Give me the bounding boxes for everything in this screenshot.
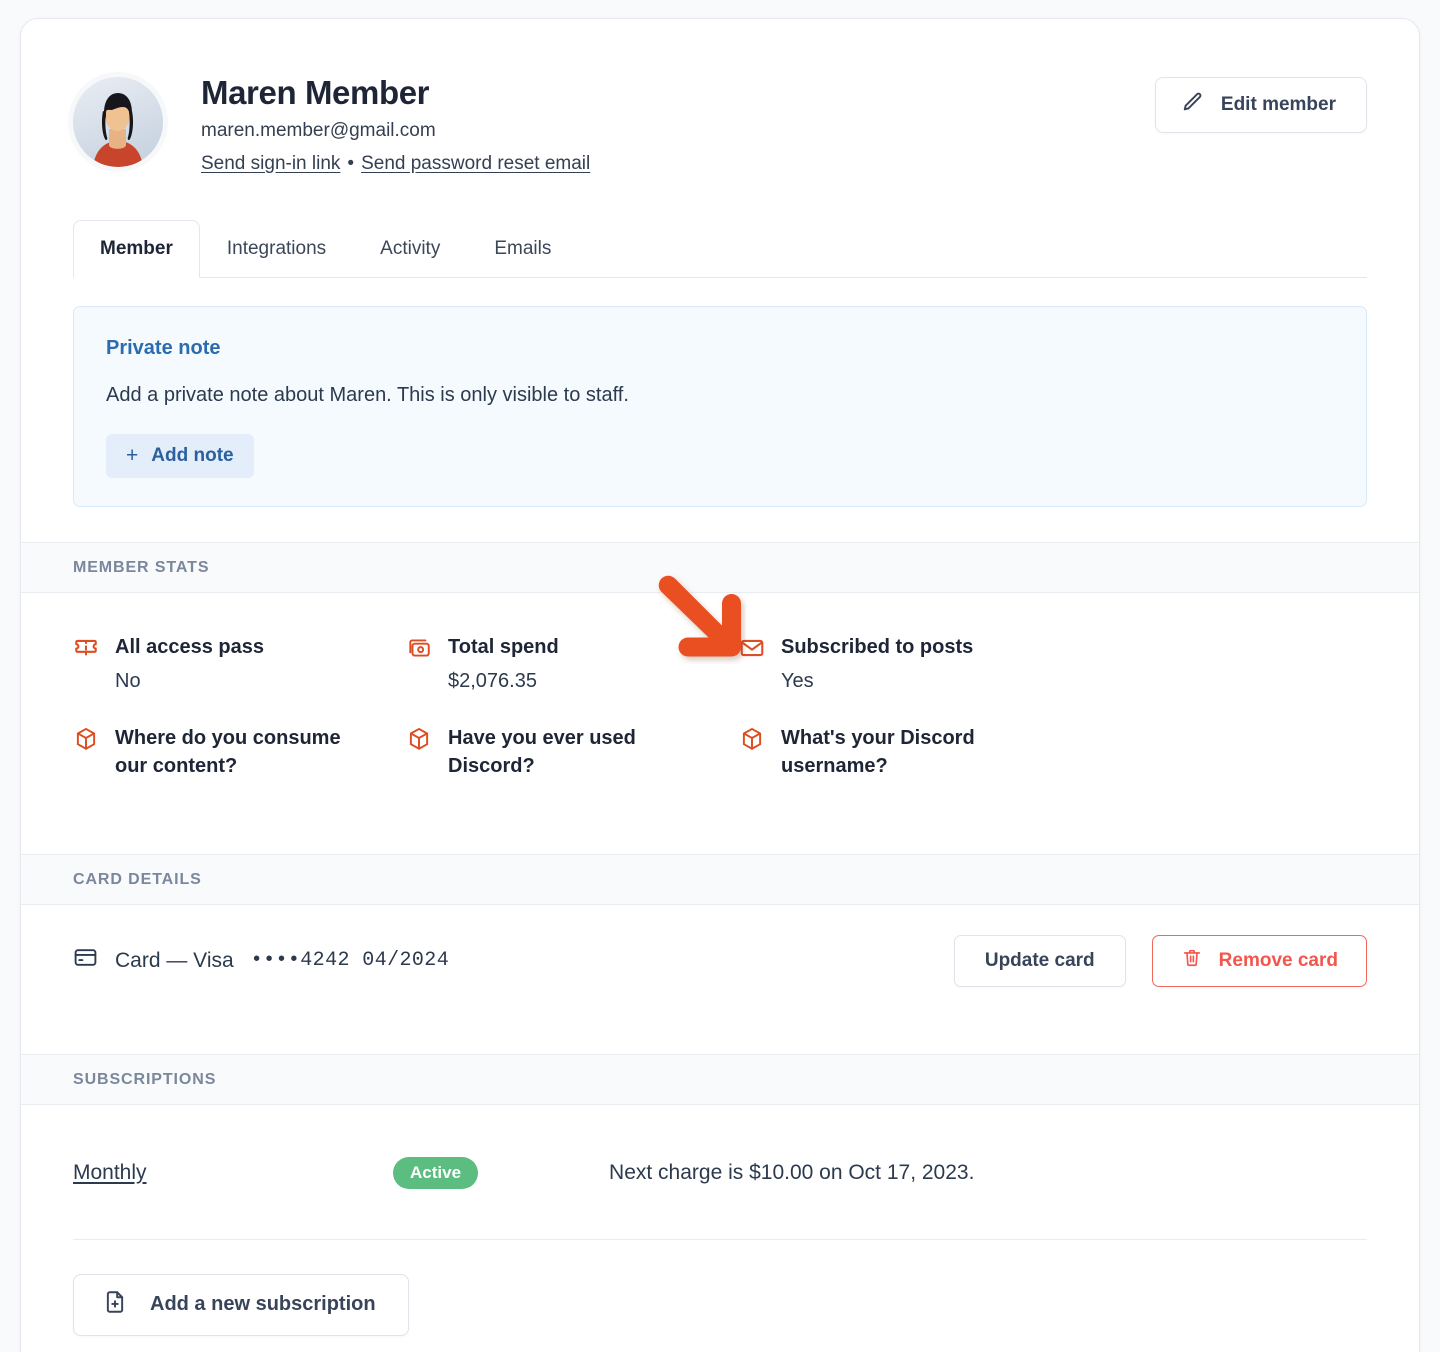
remove-card-label: Remove card [1218,949,1338,971]
card-label: Card — Visa [115,948,234,972]
custom-field-discord-username: What's your Discord username? [739,724,1072,781]
stat-subscribed-to-posts: Subscribed to posts Yes [739,633,1072,694]
cube-icon [739,726,765,757]
trash-icon [1181,947,1203,975]
tab-integrations[interactable]: Integrations [200,220,353,278]
add-note-button[interactable]: + Add note [106,433,254,478]
status-badge: Active [393,1156,479,1189]
custom-field-used-discord: Have you ever used Discord? [406,724,739,781]
update-card-button[interactable]: Update card [953,934,1126,987]
section-header-member-stats: MEMBER STATS [21,541,1419,593]
stat-label: Subscribed to posts [781,635,974,658]
member-email: maren.member@gmail.com [201,119,436,141]
custom-field-label: Where do you consume our content? [115,726,341,778]
member-action-links: Send sign-in link • Send password reset em… [201,153,590,176]
money-icon [406,635,432,666]
add-subscription-button[interactable]: Add a new subscription [73,1273,409,1336]
envelope-icon [739,635,765,666]
avatar [73,77,163,167]
stat-value: Yes [781,669,814,692]
stat-value: No [115,669,141,692]
custom-field-label: What's your Discord username? [781,726,975,778]
tab-activity[interactable]: Activity [353,220,467,278]
member-stats-grid: All access pass No Total spend $2,076.35 [21,593,1419,819]
ticket-icon [73,635,99,666]
stat-label: All access pass [115,635,264,658]
file-plus-icon [102,1289,128,1321]
subscription-plan-link[interactable]: Monthly [73,1161,393,1185]
tab-member[interactable]: Member [73,219,200,278]
tab-emails[interactable]: Emails [467,220,578,278]
custom-field-consume-content: Where do you consume our content? [73,724,406,781]
link-separator: • [347,152,355,174]
subscriptions-list: Monthly Active Next charge is $10.00 on … [21,1105,1419,1352]
private-note-body: Add a private note about Maren. This is … [106,383,629,406]
custom-field-label: Have you ever used Discord? [448,726,636,778]
send-signin-link[interactable]: Send sign-in link [201,153,340,174]
stat-label: Total spend [448,635,559,658]
plus-icon: + [126,444,139,468]
pencil-icon [1182,91,1204,119]
edit-member-label: Edit member [1220,94,1336,115]
stat-value: $2,076.35 [448,669,537,692]
member-tabs: Member Integrations Activity Emails [73,219,1367,278]
edit-member-button[interactable]: Edit member [1154,77,1367,133]
member-detail-page: Maren Member maren.member@gmail.com Send… [0,0,1440,1352]
card-actions: Update card Remove card [953,934,1367,987]
subscription-row: Monthly Active Next charge is $10.00 on … [73,1105,1367,1240]
stat-total-spend: Total spend $2,076.35 [406,633,739,694]
member-identity: Maren Member maren.member@gmail.com Send… [201,73,590,176]
page-title: Maren Member [201,74,430,111]
remove-card-button[interactable]: Remove card [1151,934,1367,987]
private-note-box: Private note Add a private note about Ma… [73,305,1367,507]
member-header: Maren Member maren.member@gmail.com Send… [21,19,1419,176]
member-card: Maren Member maren.member@gmail.com Send… [20,18,1420,1352]
next-charge-text: Next charge is $10.00 on Oct 17, 2023. [609,1160,975,1184]
cube-icon [73,726,99,757]
cube-icon [406,726,432,757]
card-details-row: Card — Visa ••••4242 04/2024 Update card… [21,905,1419,1019]
section-header-subscriptions: SUBSCRIPTIONS [21,1053,1419,1105]
section-header-card-details: CARD DETAILS [21,853,1419,905]
stat-all-access-pass: All access pass No [73,633,406,694]
private-note-title: Private note [106,336,221,359]
add-note-label: Add note [151,444,234,466]
card-number: ••••4242 04/2024 [250,949,450,973]
credit-card-icon [73,945,98,976]
card-info: Card — Visa ••••4242 04/2024 [73,945,449,976]
add-subscription-label: Add a new subscription [150,1293,376,1316]
send-password-reset-link[interactable]: Send password reset email [361,153,590,174]
